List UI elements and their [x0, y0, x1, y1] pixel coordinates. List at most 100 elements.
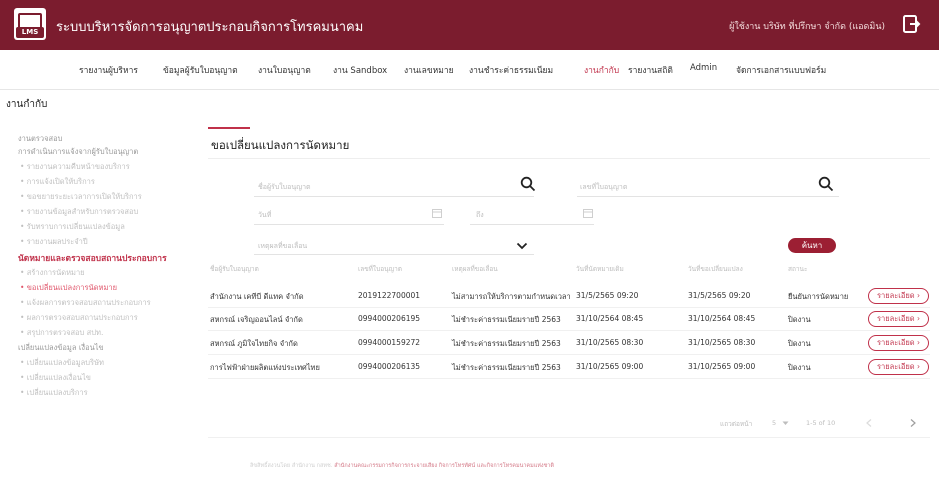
page-range: 1-5 of 10 — [806, 419, 836, 427]
licensee-field-label: ชื่อผู้รับใบอนุญาต — [258, 183, 311, 191]
reason-cell: ไม่ชำระค่าธรรมเนียมรายปี 2563 — [452, 315, 561, 324]
row-divider — [208, 354, 930, 355]
nav-form-documents[interactable]: จัดการเอกสารแบบฟอร์ม — [736, 63, 826, 77]
sidebar-item[interactable]: • เปลี่ยนแปลงบริการ — [20, 387, 88, 399]
license-no-cell: 2019122700001 — [358, 291, 421, 300]
sidebar-heading-appointments[interactable]: นัดหมายและตรวจสอบสถานประกอบการ — [18, 251, 167, 265]
rows-per-page-label: แถวต่อหน้า — [720, 420, 753, 428]
reason-cell: ไม่ชำระค่าธรรมเนียมรายปี 2563 — [452, 363, 561, 372]
sidebar-item[interactable]: • รายงานความคืบหน้าของบริการ — [20, 161, 130, 173]
nav-numbering[interactable]: งานเลขหมาย — [404, 63, 454, 77]
top-bar: LMS ระบบบริหารจัดการอนุญาตประกอบกิจการโท… — [0, 0, 939, 50]
date-to-field[interactable] — [470, 224, 594, 225]
license-no-field-label: เลขที่ใบอนุญาต — [580, 183, 628, 191]
nav-statistics[interactable]: รายงานสถิติ — [628, 63, 673, 77]
sidebar-item[interactable]: • สรุปการตรวจสอบ สปท. — [20, 327, 103, 339]
sidebar-heading[interactable]: เปลี่ยนแปลงข้อมูล เงื่อนไข — [18, 342, 104, 354]
sidebar-item[interactable]: • การแจ้งเปิดให้บริการ — [20, 176, 95, 188]
date-from-label: วันที่ — [258, 211, 272, 219]
sidebar-heading[interactable]: การดำเนินการแจ้งจากผู้รับใบอนุญาต — [18, 146, 138, 158]
calendar-icon[interactable] — [432, 208, 442, 218]
license-no-field[interactable] — [577, 196, 839, 197]
status-cell: ปิดงาน — [788, 363, 811, 372]
search-icon[interactable] — [520, 176, 536, 192]
logout-icon[interactable] — [901, 14, 921, 34]
column-header: วันที่นัดหมายเดิม — [576, 265, 624, 273]
status-cell: ปิดงาน — [788, 315, 811, 324]
sidebar-heading[interactable]: งานตรวจสอบ — [18, 133, 62, 145]
footer: ลิขสิทธิ์สงวนโดย สำนักงาน กสทช. สำนักงาน… — [250, 462, 554, 470]
licensee-cell: สำนักงาน เคทีบี ดีแทค จำกัด — [210, 292, 304, 301]
app-title: ระบบบริหารจัดการอนุญาตประกอบกิจการโทรคมน… — [56, 20, 364, 35]
row-divider — [208, 307, 930, 308]
sidebar-item-active[interactable]: • ขอเปลี่ยนแปลงการนัดหมาย — [20, 282, 117, 294]
status-cell: ยืนยันการนัดหมาย — [788, 292, 849, 301]
column-header: เลขที่ใบอนุญาต — [358, 265, 402, 273]
reason-select[interactable] — [254, 254, 534, 255]
reason-cell: ไม่สามารถให้บริการตามกำหนดเวลา — [452, 292, 571, 301]
sidebar-item[interactable]: • แจ้งผลการตรวจสอบสถานประกอบการ — [20, 297, 151, 309]
title-accent-bar — [208, 127, 250, 129]
original-date-cell: 31/10/2565 08:30 — [576, 338, 644, 347]
nav-sandbox[interactable]: งาน Sandbox — [333, 63, 387, 77]
licensee-field[interactable] — [254, 196, 534, 197]
sidebar-item[interactable]: • รายงานข้อมูลสำหรับการตรวจสอบ — [20, 206, 138, 218]
nav-license-work[interactable]: งานใบอนุญาต — [258, 63, 311, 77]
requested-date-cell: 31/10/2564 08:45 — [688, 314, 756, 323]
sidebar-item[interactable]: • รับทราบการเปลี่ยนแปลงข้อมูล — [20, 221, 125, 233]
nav-admin[interactable]: Admin — [690, 63, 717, 73]
column-header: เหตุผลที่ขอเลื่อน — [452, 265, 498, 273]
lms-logo[interactable]: LMS — [14, 8, 46, 40]
requested-date-cell: 31/10/2565 08:30 — [688, 338, 756, 347]
nav-executive-report[interactable]: รายงานผู้บริหาร — [79, 63, 138, 77]
row-divider — [208, 330, 930, 331]
logo-text: LMS — [16, 27, 44, 38]
nav-fee-payment[interactable]: งานชำระค่าธรรมเนียม — [469, 63, 553, 77]
original-date-cell: 31/5/2565 09:20 — [576, 291, 639, 300]
sidebar-item[interactable]: • ผลการตรวจสอบสถานประกอบการ — [20, 312, 138, 324]
reason-cell: ไม่ชำระค่าธรรมเนียมรายปี 2563 — [452, 339, 561, 348]
original-date-cell: 31/10/2565 09:00 — [576, 362, 644, 371]
date-from-field[interactable] — [254, 224, 444, 225]
next-page-icon[interactable] — [910, 419, 916, 427]
search-icon[interactable] — [818, 176, 834, 192]
requested-date-cell: 31/10/2565 09:00 — [688, 362, 756, 371]
detail-button[interactable]: รายละเอียด › — [868, 359, 929, 375]
divider — [208, 158, 930, 159]
row-divider — [208, 378, 930, 379]
sidebar-item[interactable]: • รายงานผลประจำปี — [20, 236, 88, 248]
rows-per-page-select[interactable]: 5 — [772, 419, 776, 427]
date-to-label: ถึง — [476, 211, 484, 219]
page-title: ขอเปลี่ยนแปลงการนัดหมาย — [211, 138, 350, 152]
sidebar-item[interactable]: • ขอขยายระยะเวลาการเปิดให้บริการ — [20, 191, 142, 203]
user-info: ผู้ใช้งาน บริษัท ที่ปรึกษา จำกัด (แอดมิน… — [729, 22, 885, 32]
divider — [208, 437, 930, 438]
detail-button[interactable]: รายละเอียด › — [868, 288, 929, 304]
column-header: วันที่ขอเปลี่ยนแปลง — [688, 265, 743, 273]
footer-copyright: ลิขสิทธิ์สงวนโดย สำนักงาน กสทช. — [250, 463, 333, 469]
sidebar-item[interactable]: • เปลี่ยนแปลงเงื่อนไข — [20, 372, 91, 384]
licensee-cell: สหกรณ์ ภูมิใจไทยกิจ จำกัด — [210, 339, 298, 348]
section-title: งานกำกับ — [6, 99, 48, 110]
detail-button[interactable]: รายละเอียด › — [868, 335, 929, 351]
calendar-icon[interactable] — [583, 208, 593, 218]
main-nav: รายงานผู้บริหาร ข้อมูลผู้รับใบอนุญาต งาน… — [0, 50, 939, 90]
status-cell: ปิดงาน — [788, 339, 811, 348]
search-button[interactable]: ค้นหา — [788, 238, 836, 253]
chevron-down-icon[interactable] — [516, 242, 528, 250]
prev-page-icon[interactable] — [866, 419, 872, 427]
licensee-cell: สหกรณ์ เจริญออนไลน์ จำกัด — [210, 315, 303, 324]
sidebar-item[interactable]: • เปลี่ยนแปลงข้อมูลบริษัท — [20, 357, 104, 369]
footer-agency: สำนักงานคณะกรรมการกิจการกระจายเสียง กิจก… — [334, 463, 554, 469]
detail-button[interactable]: รายละเอียด › — [868, 311, 929, 327]
nav-licensee-info[interactable]: ข้อมูลผู้รับใบอนุญาต — [163, 63, 238, 77]
license-no-cell: 0994000206135 — [358, 362, 421, 371]
column-header: สถานะ — [788, 265, 808, 273]
chevron-down-icon[interactable] — [782, 421, 789, 426]
sidebar-item[interactable]: • สร้างการนัดหมาย — [20, 267, 85, 279]
original-date-cell: 31/10/2564 08:45 — [576, 314, 644, 323]
nav-regulation[interactable]: งานกำกับ — [584, 63, 619, 77]
column-header: ชื่อผู้รับใบอนุญาต — [210, 265, 259, 273]
licensee-cell: การไฟฟ้าฝ่ายผลิตแห่งประเทศไทย — [210, 363, 320, 372]
license-no-cell: 0994000206195 — [358, 314, 421, 323]
